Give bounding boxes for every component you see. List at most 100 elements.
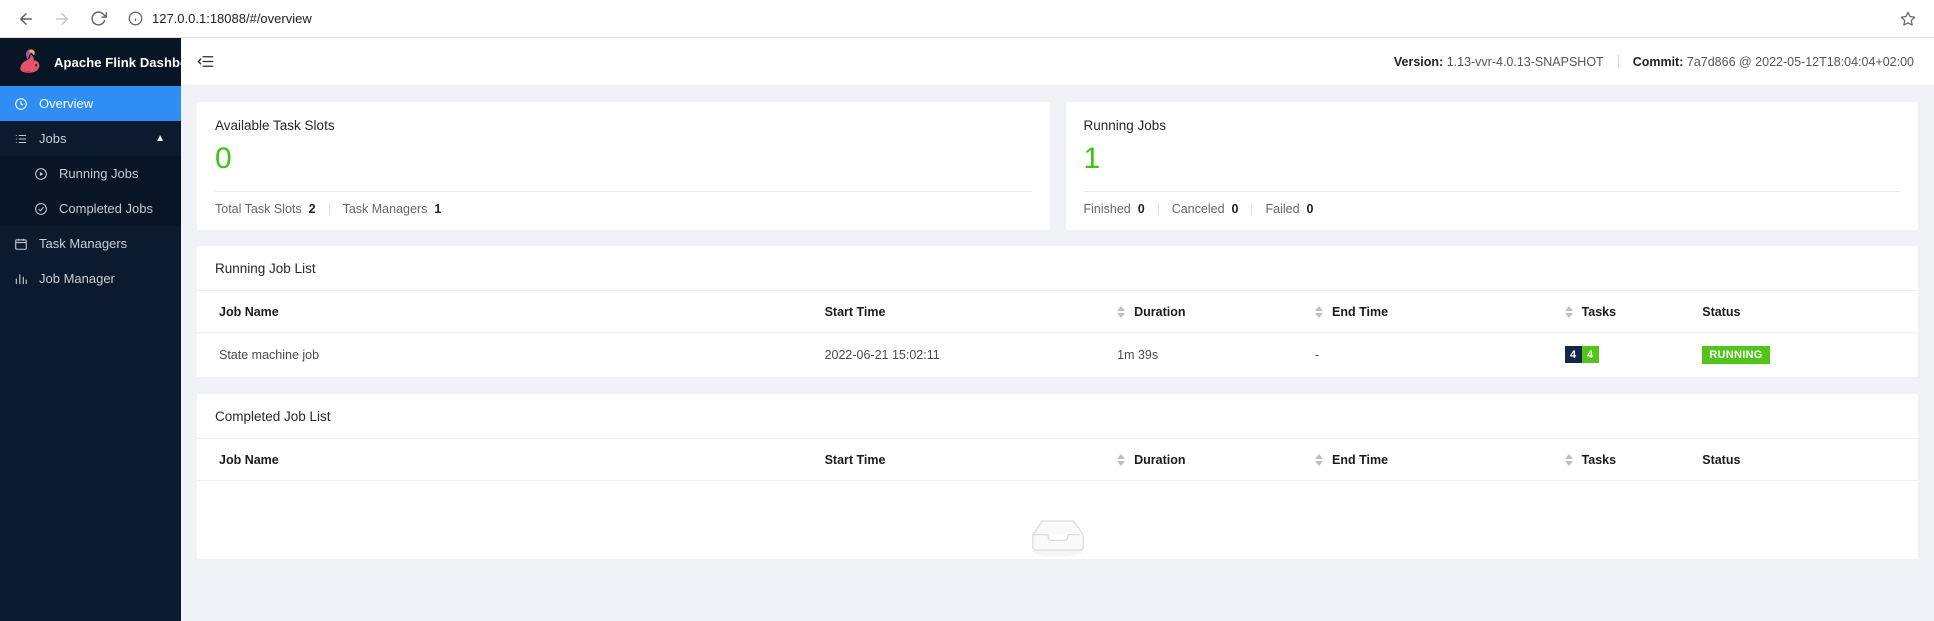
address-bar[interactable]: 127.0.0.1:18088/#/overview	[128, 6, 1900, 32]
column-header-start-time[interactable]: Start Time	[816, 439, 1110, 482]
reload-icon[interactable]	[88, 9, 108, 29]
dashboard-icon	[14, 97, 28, 111]
version-info: Version: 1.13-vvr-4.0.13-SNAPSHOT Commit…	[1394, 55, 1914, 69]
stat-value: 1	[434, 201, 442, 216]
sort-icon[interactable]	[1117, 305, 1126, 318]
completed-job-list-section: Completed Job List Job Name Start Time D…	[197, 394, 1918, 560]
chevron-up-icon[interactable]: ▲	[155, 133, 165, 144]
stat-label: Canceled	[1171, 201, 1225, 216]
stat-label: Task Managers	[342, 201, 428, 216]
cell-job-name[interactable]: State machine job	[197, 332, 817, 379]
stat-label: Failed	[1265, 201, 1300, 216]
column-label: Status	[1702, 453, 1741, 468]
status-badge: RUNNING	[1702, 345, 1770, 365]
column-label: Duration	[1134, 304, 1186, 319]
divider	[1083, 190, 1900, 192]
page-content: Available Task Slots 0 Total Task Slots …	[181, 86, 1934, 621]
column-label: End Time	[1332, 453, 1389, 468]
divider	[1617, 55, 1619, 68]
column-header-status[interactable]: Status	[1694, 290, 1918, 333]
column-header-duration[interactable]: Duration	[1109, 290, 1308, 333]
chart-icon	[14, 272, 28, 286]
sidebar-item-overview[interactable]: Overview	[0, 86, 181, 121]
sort-icon[interactable]	[1117, 454, 1126, 467]
cell-status: RUNNING	[1694, 332, 1918, 379]
sidebar-item-jobs[interactable]: Jobs ▲	[0, 121, 181, 156]
column-header-end-time[interactable]: End Time	[1307, 290, 1557, 333]
brand-header[interactable]: Apache Flink Dashboard	[0, 38, 209, 86]
tasks-progress-bar: 4 4	[1564, 346, 1599, 364]
card-title: Running Jobs	[1083, 118, 1167, 133]
available-task-slots-value: 0	[215, 142, 232, 175]
play-circle-icon	[34, 167, 48, 181]
sidebar-item-running-jobs[interactable]: Running Jobs	[0, 156, 181, 191]
running-job-list-section: Running Job List Job Name Start Time Dur…	[197, 245, 1918, 379]
card-title: Available Task Slots	[215, 118, 335, 133]
sidebar-item-task-managers[interactable]: Task Managers	[0, 226, 181, 261]
main-area: Version: 1.13-vvr-4.0.13-SNAPSHOT Commit…	[181, 38, 1934, 621]
stat-label: Finished	[1083, 201, 1131, 216]
column-label: Status	[1702, 304, 1741, 319]
top-bar: Version: 1.13-vvr-4.0.13-SNAPSHOT Commit…	[181, 38, 1934, 86]
running-jobs-card: Running Jobs 1 Finished 0 Canceled 0 Fai…	[1065, 102, 1918, 230]
table-header-row: Job Name Start Time Duration End Time Ta…	[197, 439, 1918, 482]
card-footer-stats: Total Task Slots 2 Task Managers 1	[215, 202, 1032, 216]
commit-label: Commit:	[1632, 54, 1684, 69]
sidebar-jobs-submenu: Running Jobs Completed Jobs	[0, 156, 181, 226]
card-footer-stats: Finished 0 Canceled 0 Failed 0	[1084, 202, 1901, 216]
back-arrow-icon[interactable]	[16, 9, 36, 29]
bookmark-star-icon[interactable]	[1900, 11, 1922, 27]
forward-arrow-icon[interactable]	[52, 9, 72, 29]
sidebar-item-label: Running Jobs	[59, 166, 139, 181]
column-header-tasks[interactable]: Tasks	[1556, 439, 1695, 482]
stat-label: Total Task Slots	[215, 201, 302, 216]
menu-collapse-icon[interactable]	[195, 52, 215, 72]
empty-state	[197, 481, 1918, 559]
flink-squirrel-logo	[20, 49, 40, 73]
sidebar-item-completed-jobs[interactable]: Completed Jobs	[0, 191, 181, 226]
table-row[interactable]: State machine job 2022-06-21 15:02:11 1m…	[197, 332, 1918, 379]
tasks-running-segment: 4	[1581, 346, 1599, 364]
sort-icon[interactable]	[1315, 305, 1324, 318]
calendar-icon	[14, 237, 28, 251]
column-header-tasks[interactable]: Tasks	[1556, 290, 1695, 333]
running-job-table: Job Name Start Time Duration End Time Ta…	[197, 290, 1918, 379]
stat-value: 0	[1306, 201, 1314, 216]
column-header-end-time[interactable]: End Time	[1307, 439, 1557, 482]
list-icon	[14, 132, 28, 146]
sidebar-item-label: Jobs	[39, 131, 67, 146]
sidebar-item-job-manager[interactable]: Job Manager	[0, 261, 181, 296]
divider	[1251, 202, 1253, 215]
version-value: 1.13-vvr-4.0.13-SNAPSHOT	[1446, 54, 1604, 69]
column-header-start-time[interactable]: Start Time	[816, 290, 1110, 333]
column-header-job-name[interactable]: Job Name	[197, 290, 817, 333]
column-label: Job Name	[219, 304, 279, 319]
url-text: 127.0.0.1:18088/#/overview	[152, 11, 312, 26]
column-label: End Time	[1332, 304, 1389, 319]
commit-value: 7a7d866 @ 2022-05-12T18:04:04+02:00	[1686, 54, 1914, 69]
stat-value: 0	[1137, 201, 1145, 216]
column-label: Start Time	[824, 453, 886, 468]
column-label: Duration	[1134, 453, 1186, 468]
column-header-status[interactable]: Status	[1694, 439, 1918, 482]
available-task-slots-card: Available Task Slots 0 Total Task Slots …	[197, 102, 1050, 230]
sort-icon[interactable]	[1564, 454, 1573, 467]
sidebar-item-label: Job Manager	[39, 271, 115, 286]
sort-icon[interactable]	[1564, 305, 1573, 318]
column-label: Tasks	[1581, 304, 1617, 319]
stat-value: 2	[308, 201, 316, 216]
completed-job-table: Job Name Start Time Duration End Time Ta…	[197, 439, 1918, 482]
tasks-total-segment: 4	[1564, 346, 1582, 364]
running-jobs-value: 1	[1083, 142, 1101, 175]
divider	[215, 190, 1032, 192]
stat-value: 0	[1231, 201, 1239, 216]
info-circle-icon	[128, 11, 143, 26]
sidebar-item-label: Task Managers	[39, 236, 128, 251]
sort-icon[interactable]	[1315, 454, 1324, 467]
column-header-job-name[interactable]: Job Name	[197, 439, 817, 482]
column-header-duration[interactable]: Duration	[1109, 439, 1308, 482]
sidebar-item-label: Overview	[39, 96, 94, 111]
browser-nav-buttons	[12, 9, 114, 29]
version-label: Version:	[1393, 54, 1444, 69]
stat-card-row: Available Task Slots 0 Total Task Slots …	[197, 102, 1918, 230]
